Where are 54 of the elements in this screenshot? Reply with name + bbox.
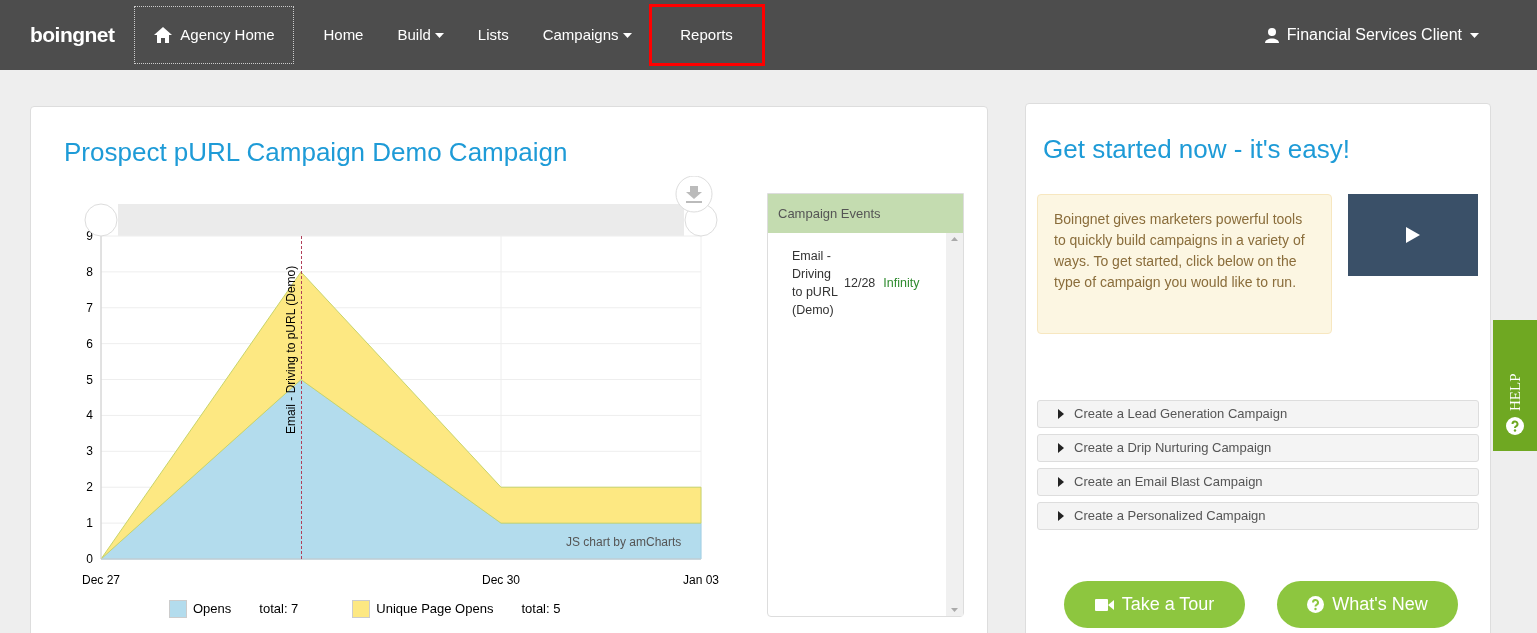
caret-icon [1058,511,1064,521]
y-tick-label: 8 [86,264,93,279]
intro-text: Boingnet gives marketers powerful tools to quickly build campaigns in a variety of ways. To get started, click below on the type of campaign you would like to run. [1037,194,1332,334]
caret-icon [1058,443,1064,453]
nav-menu-item[interactable]: Reports [648,4,765,66]
x-tick-label: Jan 03 [683,573,719,587]
user-icon [1264,27,1279,43]
logo[interactable]: boingnet [30,19,115,51]
event-date: 12/28 [844,275,876,292]
accordion-item[interactable]: Create an Email Blast Campaign [1037,468,1479,496]
y-tick-label: 6 [86,336,93,351]
x-tick-label: Dec 30 [482,573,520,587]
guide-label: Email - Driving to pURL (Demo) [284,265,298,434]
y-tick-label: 5 [86,372,93,387]
event-name: Email - Driving to pURL (Demo) [792,248,839,319]
y-tick-label: 2 [86,480,93,495]
caret-icon [1058,477,1064,487]
legend-label: Opens [193,600,232,618]
help-label: HELP [1505,373,1524,411]
legend-total: total: 5 [521,600,561,618]
event-value: Infinity [883,275,920,292]
y-tick-label: 3 [86,444,93,459]
y-tick-label: 1 [86,516,93,531]
y-tick-label: 4 [86,408,93,423]
nav-menu-item[interactable]: Campaigns [525,4,649,66]
x-tick-label: Dec 27 [82,573,120,587]
play-icon [1406,227,1420,243]
get-started-title: Get started now - it's easy! [1043,133,1351,166]
agency-home-button[interactable]: Agency Home [134,6,295,64]
y-tick-label: 0 [86,552,93,566]
nav-menu-item[interactable]: Build [380,4,461,66]
help-icon [1506,417,1524,435]
scroll-up-icon [951,237,958,241]
video-camera-icon [1094,598,1114,611]
help-icon [1307,596,1325,613]
accordion-item[interactable]: Create a Lead Generation Campaign [1037,400,1479,428]
events-header: Campaign Events [768,194,963,233]
chart-credit: JS chart by amCharts [566,534,682,551]
accordion-item[interactable]: Create a Personalized Campaign [1037,502,1479,530]
user-menu[interactable]: Financial Services Client [1264,23,1479,47]
caret-icon [1470,32,1479,38]
download-button[interactable] [675,176,713,213]
video-thumbnail[interactable] [1348,194,1478,276]
caret-icon [1058,409,1064,419]
report-title: Prospect pURL Campaign Demo Campaign [64,136,569,169]
nav-menu-item[interactable]: Lists [460,4,526,66]
nav-menu-item[interactable]: Home [306,4,381,66]
home-icon [154,27,173,43]
y-tick-label: 7 [86,300,93,315]
legend-label: Unique Page Opens [376,600,494,618]
legend-total: total: 7 [259,600,299,618]
accordion-item[interactable]: Create a Drip Nurturing Campaign [1037,434,1479,462]
scroll-down-icon [951,608,958,612]
scrollbar[interactable] [946,233,963,616]
